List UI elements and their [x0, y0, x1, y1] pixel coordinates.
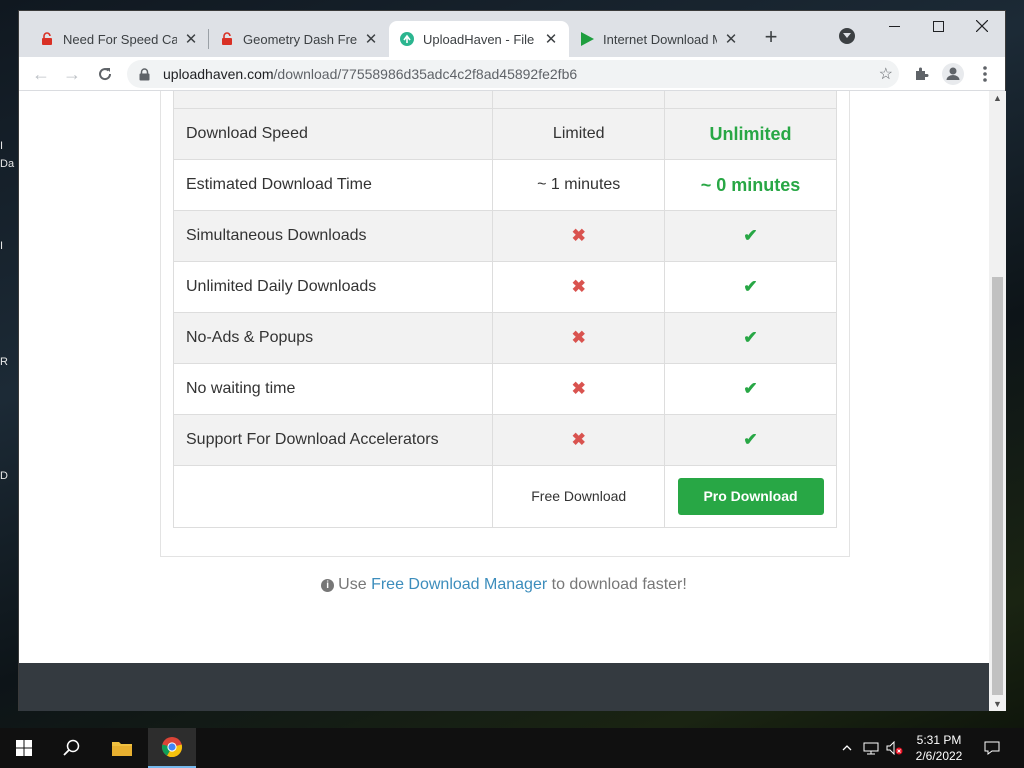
download-actions-row: Free Download Pro Download [172, 465, 837, 528]
tab-internet-download-manager[interactable]: Internet Download Ma ✕ [569, 21, 749, 57]
tab-search-icon[interactable] [839, 28, 855, 44]
taskbar: 5:31 PM 2/6/2022 [0, 728, 1024, 768]
fdm-link[interactable]: Free Download Manager [371, 576, 547, 593]
feature-label: Simultaneous Downloads [172, 210, 494, 262]
tab-title: UploadHaven - File Sh [423, 31, 537, 47]
play-icon [579, 31, 595, 47]
url-path: /download/77558986d35adc4c2f8ad45892fe2f… [273, 66, 578, 82]
tab-title: Internet Download Ma [603, 31, 717, 47]
close-icon[interactable]: ✕ [543, 30, 559, 48]
notifications-icon[interactable] [980, 728, 1004, 768]
close-window-icon[interactable] [959, 15, 1005, 37]
cross-icon: ✖ [571, 379, 586, 398]
tab-need-for-speed[interactable]: Need For Speed Carb ✕ [29, 21, 209, 57]
scroll-up-arrow-icon[interactable]: ▲ [989, 93, 1006, 103]
maximize-icon[interactable] [915, 15, 961, 37]
chrome-icon[interactable] [148, 728, 196, 768]
cross-icon: ✖ [571, 277, 586, 296]
desktop-icon-label: I [0, 240, 4, 252]
url-host: uploadhaven.com [163, 66, 274, 82]
fdm-prefix: Use [338, 576, 372, 593]
tab-strip: Need For Speed Carb ✕ Geometry Dash Free… [19, 11, 1005, 57]
browser-toolbar: ← → uploadhaven.com/download/77558986d35… [19, 57, 1005, 91]
vertical-scrollbar[interactable]: ▲ ▼ [989, 91, 1006, 711]
system-clock[interactable]: 5:31 PM 2/6/2022 [904, 732, 974, 764]
address-bar[interactable]: uploadhaven.com/download/77558986d35adc4… [127, 60, 899, 88]
table-row: No waiting time ✖ ✔ [172, 363, 837, 415]
close-icon[interactable]: ✕ [723, 30, 739, 48]
bookmark-star-icon[interactable]: ☆ [879, 64, 893, 84]
extensions-icon[interactable] [909, 62, 933, 86]
tab-uploadhaven[interactable]: UploadHaven - File Sh ✕ [389, 21, 569, 57]
clock-time: 5:31 PM [916, 733, 962, 747]
feature-label: Unlimited Daily Downloads [172, 261, 494, 313]
fdm-note: i Use Free Download Manager to download f… [19, 576, 989, 594]
reload-icon[interactable] [93, 62, 117, 86]
cross-icon: ✖ [571, 226, 586, 245]
page-footer [19, 663, 989, 711]
feature-label: Download Speed [172, 108, 494, 160]
tab-title: Need For Speed Carb [63, 31, 177, 47]
lock-icon [219, 31, 235, 47]
close-icon[interactable]: ✕ [183, 30, 199, 48]
scroll-down-arrow-icon[interactable]: ▼ [989, 699, 1006, 709]
table-row: Estimated Download Time ~ 1 minutes ~ 0 … [172, 159, 837, 211]
pro-value: ~ 0 minutes [700, 174, 801, 195]
new-tab-button[interactable]: + [759, 25, 783, 49]
pro-value: Unlimited [709, 123, 792, 144]
cross-icon: ✖ [571, 328, 586, 347]
free-value: ~ 1 minutes [492, 159, 666, 211]
free-value: Limited [492, 108, 666, 160]
feature-label: Support For Download Accelerators [172, 414, 494, 466]
lock-icon [39, 31, 55, 47]
tab-title: Geometry Dash Free F [243, 31, 357, 47]
table-row: Simultaneous Downloads ✖ ✔ [172, 210, 837, 262]
close-icon[interactable]: ✕ [363, 30, 379, 48]
table-row: Unlimited Daily Downloads ✖ ✔ [172, 261, 837, 313]
table-row: Support For Download Accelerators ✖ ✔ [172, 414, 837, 466]
table-header-row [172, 91, 837, 109]
back-arrow-icon[interactable]: ← [29, 62, 53, 86]
minimize-icon[interactable] [871, 15, 917, 37]
search-icon[interactable] [48, 728, 96, 768]
uploadhaven-icon [399, 31, 415, 47]
page-viewport: Download Speed Limited Unlimited Estimat… [19, 91, 989, 711]
pro-download-button[interactable]: Pro Download [677, 478, 824, 515]
check-icon: ✔ [743, 328, 758, 347]
profile-avatar-icon[interactable] [941, 62, 965, 86]
menu-kebab-icon[interactable] [973, 62, 997, 86]
network-icon[interactable] [860, 728, 882, 768]
lock-icon [139, 67, 153, 81]
feature-label: Estimated Download Time [172, 159, 494, 211]
clock-date: 2/6/2022 [915, 749, 963, 763]
volume-muted-icon[interactable] [884, 728, 906, 768]
feature-label: No waiting time [172, 363, 494, 415]
windows-start-icon[interactable] [0, 728, 48, 768]
feature-label: No-Ads & Popups [172, 312, 494, 364]
browser-window: Need For Speed Carb ✕ Geometry Dash Free… [18, 10, 1006, 711]
info-icon: i [321, 579, 335, 592]
desktop-icon-label: I [0, 140, 4, 152]
free-download-link[interactable]: Free Download [531, 488, 626, 504]
scrollbar-thumb[interactable] [992, 277, 1003, 695]
check-icon: ✔ [743, 277, 758, 296]
check-icon: ✔ [743, 379, 758, 398]
check-icon: ✔ [743, 430, 758, 449]
chevron-up-icon[interactable] [838, 728, 856, 768]
file-explorer-icon[interactable] [98, 728, 146, 768]
desktop-icon-label: R [0, 356, 8, 368]
desktop-icon-label: D [0, 470, 8, 482]
cross-icon: ✖ [571, 430, 586, 449]
tab-geometry-dash[interactable]: Geometry Dash Free F ✕ [209, 21, 389, 57]
check-icon: ✔ [743, 226, 758, 245]
table-row: Download Speed Limited Unlimited [172, 108, 837, 160]
fdm-suffix: to download faster! [547, 576, 687, 593]
forward-arrow-icon[interactable]: → [60, 62, 84, 86]
table-row: No-Ads & Popups ✖ ✔ [172, 312, 837, 364]
comparison-table: Download Speed Limited Unlimited Estimat… [172, 91, 837, 528]
desktop-icon-label: Da [0, 158, 15, 170]
